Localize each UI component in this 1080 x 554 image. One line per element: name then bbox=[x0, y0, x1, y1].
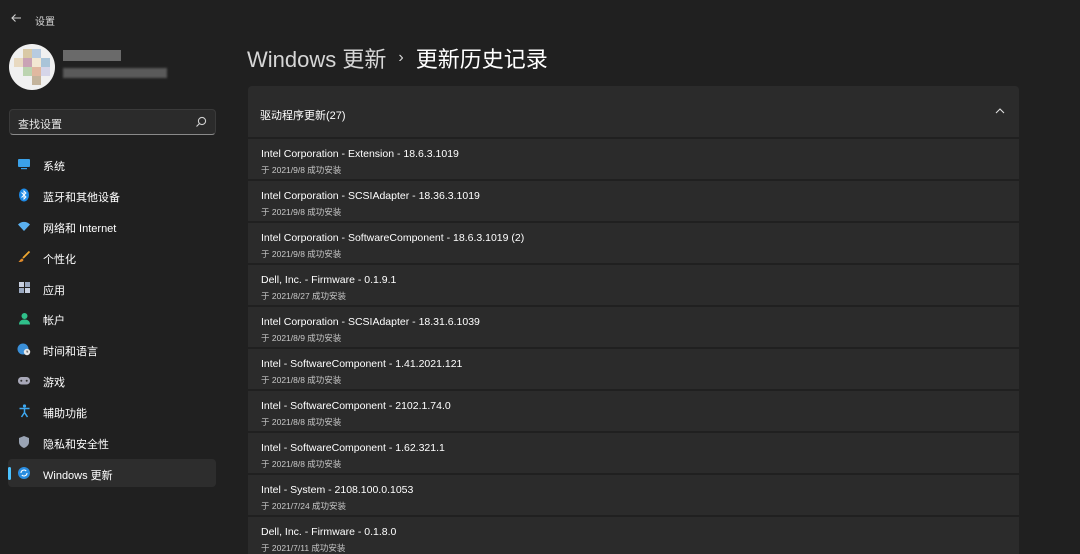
app-title: 设置 bbox=[35, 17, 55, 28]
sidebar-item-time-language[interactable]: 时间和语言 bbox=[8, 335, 216, 363]
collapse-button[interactable] bbox=[989, 100, 1011, 122]
update-history-panel: 驱动程序更新(27) Intel Corporation - Extension… bbox=[248, 86, 1019, 554]
update-name: Dell, Inc. - Firmware - 0.1.9.1 bbox=[261, 274, 397, 286]
search-icon[interactable] bbox=[194, 115, 208, 129]
sidebar-item-bluetooth[interactable]: 蓝牙和其他设备 bbox=[8, 181, 216, 209]
sidebar-item-network[interactable]: 网络和 Internet bbox=[8, 212, 216, 240]
sidebar-item-label: 系统 bbox=[43, 161, 65, 173]
back-button[interactable] bbox=[4, 6, 28, 30]
account-icon bbox=[17, 311, 31, 325]
update-status: 于 2021/9/8 成功安装 bbox=[261, 207, 342, 217]
update-name: Intel Corporation - SCSIAdapter - 18.36.… bbox=[261, 190, 480, 202]
breadcrumb: Windows 更新 › 更新历史记录 bbox=[247, 42, 548, 74]
update-name: Intel Corporation - Extension - 18.6.3.1… bbox=[261, 148, 459, 160]
update-status: 于 2021/7/24 成功安装 bbox=[261, 501, 347, 511]
sidebar-item-accessibility[interactable]: 辅助功能 bbox=[8, 397, 216, 425]
user-email-redacted bbox=[63, 68, 167, 78]
accessibility-icon bbox=[17, 404, 31, 418]
driver-update-list: Intel Corporation - Extension - 18.6.3.1… bbox=[248, 139, 1019, 554]
update-status: 于 2021/8/27 成功安装 bbox=[261, 291, 347, 301]
apps-icon bbox=[17, 281, 31, 295]
update-name: Intel - System - 2108.100.0.1053 bbox=[261, 484, 414, 496]
list-item: Intel - System - 2108.100.0.1053 于 2021/7… bbox=[248, 475, 1019, 515]
sidebar-item-label: Windows 更新 bbox=[43, 469, 113, 482]
sidebar-item-label: 蓝牙和其他设备 bbox=[43, 191, 120, 204]
list-item: Intel - SoftwareComponent - 1.41.2021.12… bbox=[248, 349, 1019, 389]
update-status: 于 2021/8/8 成功安装 bbox=[261, 459, 342, 469]
update-status: 于 2021/9/8 成功安装 bbox=[261, 249, 342, 259]
sidebar-item-system[interactable]: 系统 bbox=[8, 150, 216, 178]
sidebar-item-label: 隐私和安全性 bbox=[43, 439, 109, 452]
gamepad-icon bbox=[17, 373, 31, 387]
update-name: Intel Corporation - SCSIAdapter - 18.31.… bbox=[261, 316, 480, 328]
wifi-icon bbox=[17, 219, 31, 233]
update-status: 于 2021/8/9 成功安装 bbox=[261, 333, 342, 343]
back-arrow-icon bbox=[11, 14, 21, 22]
breadcrumb-root-link[interactable]: Windows 更新 bbox=[247, 42, 386, 74]
chevron-up-icon bbox=[995, 108, 1005, 114]
update-status: 于 2021/8/8 成功安装 bbox=[261, 417, 342, 427]
list-item: Intel Corporation - SCSIAdapter - 18.31.… bbox=[248, 307, 1019, 347]
driver-updates-section-header[interactable]: 驱动程序更新(27) bbox=[248, 86, 1019, 137]
list-item: Dell, Inc. - Firmware - 0.1.8.0 于 2021/7/… bbox=[248, 517, 1019, 554]
list-item: Intel - SoftwareComponent - 1.62.321.1 于 … bbox=[248, 433, 1019, 473]
update-name: Intel - SoftwareComponent - 1.62.321.1 bbox=[261, 442, 445, 454]
sidebar-item-accounts[interactable]: 帐户 bbox=[8, 304, 216, 332]
paintbrush-icon bbox=[17, 250, 31, 264]
search-placeholder: 查找设置 bbox=[18, 119, 62, 131]
sidebar-item-label: 帐户 bbox=[43, 315, 65, 328]
sidebar-item-label: 网络和 Internet bbox=[43, 222, 117, 235]
section-title: 驱动程序更新(27) bbox=[260, 110, 346, 122]
list-item: Dell, Inc. - Firmware - 0.1.9.1 于 2021/8/… bbox=[248, 265, 1019, 305]
user-name-redacted bbox=[63, 50, 121, 61]
update-status: 于 2021/7/11 成功安装 bbox=[261, 543, 346, 553]
sidebar-item-label: 辅助功能 bbox=[43, 408, 87, 421]
update-name: Intel - SoftwareComponent - 1.41.2021.12… bbox=[261, 358, 463, 370]
title-bar: 设置 bbox=[0, 0, 1080, 36]
list-item: Intel - SoftwareComponent - 2102.1.74.0 于… bbox=[248, 391, 1019, 431]
breadcrumb-chevron-icon: › bbox=[398, 49, 404, 66]
update-status: 于 2021/8/8 成功安装 bbox=[261, 375, 342, 385]
sidebar: 查找设置 系统 蓝牙和其他设备 网络和 Internet 个性化 应用 帐户 时… bbox=[0, 36, 228, 554]
globe-clock-icon bbox=[17, 342, 31, 356]
update-name: Dell, Inc. - Firmware - 0.1.8.0 bbox=[261, 526, 397, 538]
sidebar-item-label: 应用 bbox=[43, 284, 65, 297]
update-name: Intel Corporation - SoftwareComponent - … bbox=[261, 232, 525, 244]
sidebar-item-label: 游戏 bbox=[43, 377, 65, 390]
update-name: Intel - SoftwareComponent - 2102.1.74.0 bbox=[261, 400, 451, 412]
sidebar-item-personalization[interactable]: 个性化 bbox=[8, 243, 216, 271]
system-display-icon bbox=[17, 157, 31, 171]
sidebar-item-apps[interactable]: 应用 bbox=[8, 274, 216, 302]
update-status: 于 2021/9/8 成功安装 bbox=[261, 165, 342, 175]
list-item: Intel Corporation - SCSIAdapter - 18.36.… bbox=[248, 181, 1019, 221]
sidebar-item-privacy[interactable]: 隐私和安全性 bbox=[8, 428, 216, 456]
list-item: Intel Corporation - Extension - 18.6.3.1… bbox=[248, 139, 1019, 179]
list-item: Intel Corporation - SoftwareComponent - … bbox=[248, 223, 1019, 263]
shield-icon bbox=[17, 435, 31, 449]
sidebar-item-label: 时间和语言 bbox=[43, 346, 98, 359]
search-input[interactable]: 查找设置 bbox=[9, 109, 216, 135]
avatar[interactable] bbox=[9, 44, 55, 90]
windows-update-icon bbox=[17, 466, 31, 480]
sidebar-item-label: 个性化 bbox=[43, 253, 76, 266]
page-title: 更新历史记录 bbox=[415, 47, 548, 72]
bluetooth-icon bbox=[17, 188, 31, 202]
sidebar-item-windows-update[interactable]: Windows 更新 bbox=[8, 458, 216, 487]
sidebar-nav: 系统 蓝牙和其他设备 网络和 Internet 个性化 应用 帐户 时间和语言 … bbox=[8, 150, 216, 490]
sidebar-item-gaming[interactable]: 游戏 bbox=[8, 366, 216, 394]
